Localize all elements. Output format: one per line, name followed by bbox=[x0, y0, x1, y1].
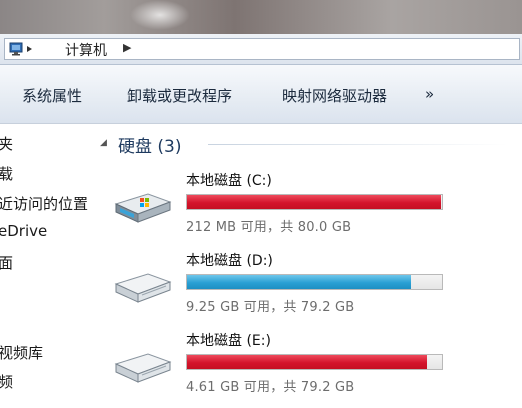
group-divider bbox=[208, 144, 508, 145]
drive-c[interactable]: 本地磁盘 (C:) 212 MB 可用，共 80.0 GB bbox=[100, 170, 520, 248]
navigation-pane: 夹 载 近访问的位置 eDrive 面 视频库 频 bbox=[0, 124, 100, 400]
nav-item-favorites[interactable]: 夹 bbox=[0, 133, 13, 154]
title-bar-glow bbox=[130, 0, 190, 30]
drive-label: 本地磁盘 (E:) bbox=[186, 333, 271, 349]
address-box[interactable]: 计算机 ▶ bbox=[4, 38, 520, 60]
address-bar: 计算机 ▶ bbox=[0, 34, 522, 65]
triangle-collapse-icon[interactable]: ◢ bbox=[100, 138, 107, 148]
nav-item-video-library[interactable]: 视频库 bbox=[0, 342, 43, 363]
drive-usage-fill bbox=[187, 355, 427, 369]
drive-free-space: 4.61 GB 可用，共 79.2 GB bbox=[186, 380, 355, 395]
nav-item-videos[interactable]: 频 bbox=[0, 371, 13, 392]
content-pane: ◢ 硬盘 (3) 本地磁盘 (C:) 212 MB 可用，共 80.0 GB 本… bbox=[100, 124, 522, 400]
uninstall-program-button[interactable]: 卸载或更改程序 bbox=[127, 85, 232, 106]
nav-item-recent-places[interactable]: 近访问的位置 bbox=[0, 193, 88, 214]
more-commands-chevron-icon[interactable]: » bbox=[425, 85, 434, 103]
hard-drive-icon bbox=[112, 270, 174, 310]
drive-usage-bar bbox=[186, 274, 443, 290]
nav-item-desktop[interactable]: 面 bbox=[0, 252, 13, 273]
command-bar: 系统属性 卸载或更改程序 映射网络驱动器 » bbox=[0, 65, 522, 124]
breadcrumb-computer[interactable]: 计算机 bbox=[65, 40, 107, 60]
drive-label: 本地磁盘 (C:) bbox=[186, 173, 272, 189]
drive-d[interactable]: 本地磁盘 (D:) 9.25 GB 可用，共 79.2 GB bbox=[100, 250, 520, 328]
map-network-drive-button[interactable]: 映射网络驱动器 bbox=[282, 85, 387, 106]
drive-usage-bar bbox=[186, 194, 443, 210]
nav-item-onedrive[interactable]: eDrive bbox=[0, 222, 47, 240]
drive-free-space: 9.25 GB 可用，共 79.2 GB bbox=[186, 300, 355, 315]
nav-item-downloads[interactable]: 载 bbox=[0, 163, 13, 184]
drive-usage-bar bbox=[186, 354, 443, 370]
drive-label: 本地磁盘 (D:) bbox=[186, 253, 273, 269]
hard-drive-icon bbox=[112, 350, 174, 390]
breadcrumb-chevron-icon[interactable]: ▶ bbox=[123, 41, 131, 54]
drive-usage-fill bbox=[187, 275, 412, 289]
windows-drive-icon bbox=[112, 190, 174, 230]
drive-free-space: 212 MB 可用，共 80.0 GB bbox=[186, 220, 352, 235]
computer-icon bbox=[9, 41, 43, 61]
drive-usage-fill bbox=[187, 195, 442, 209]
group-title: 硬盘 (3) bbox=[118, 137, 182, 157]
window-title-bar bbox=[0, 0, 522, 34]
drive-e[interactable]: 本地磁盘 (E:) 4.61 GB 可用，共 79.2 GB bbox=[100, 330, 520, 408]
system-properties-button[interactable]: 系统属性 bbox=[22, 85, 82, 106]
hard-disks-group-header[interactable]: ◢ 硬盘 (3) bbox=[100, 132, 508, 157]
